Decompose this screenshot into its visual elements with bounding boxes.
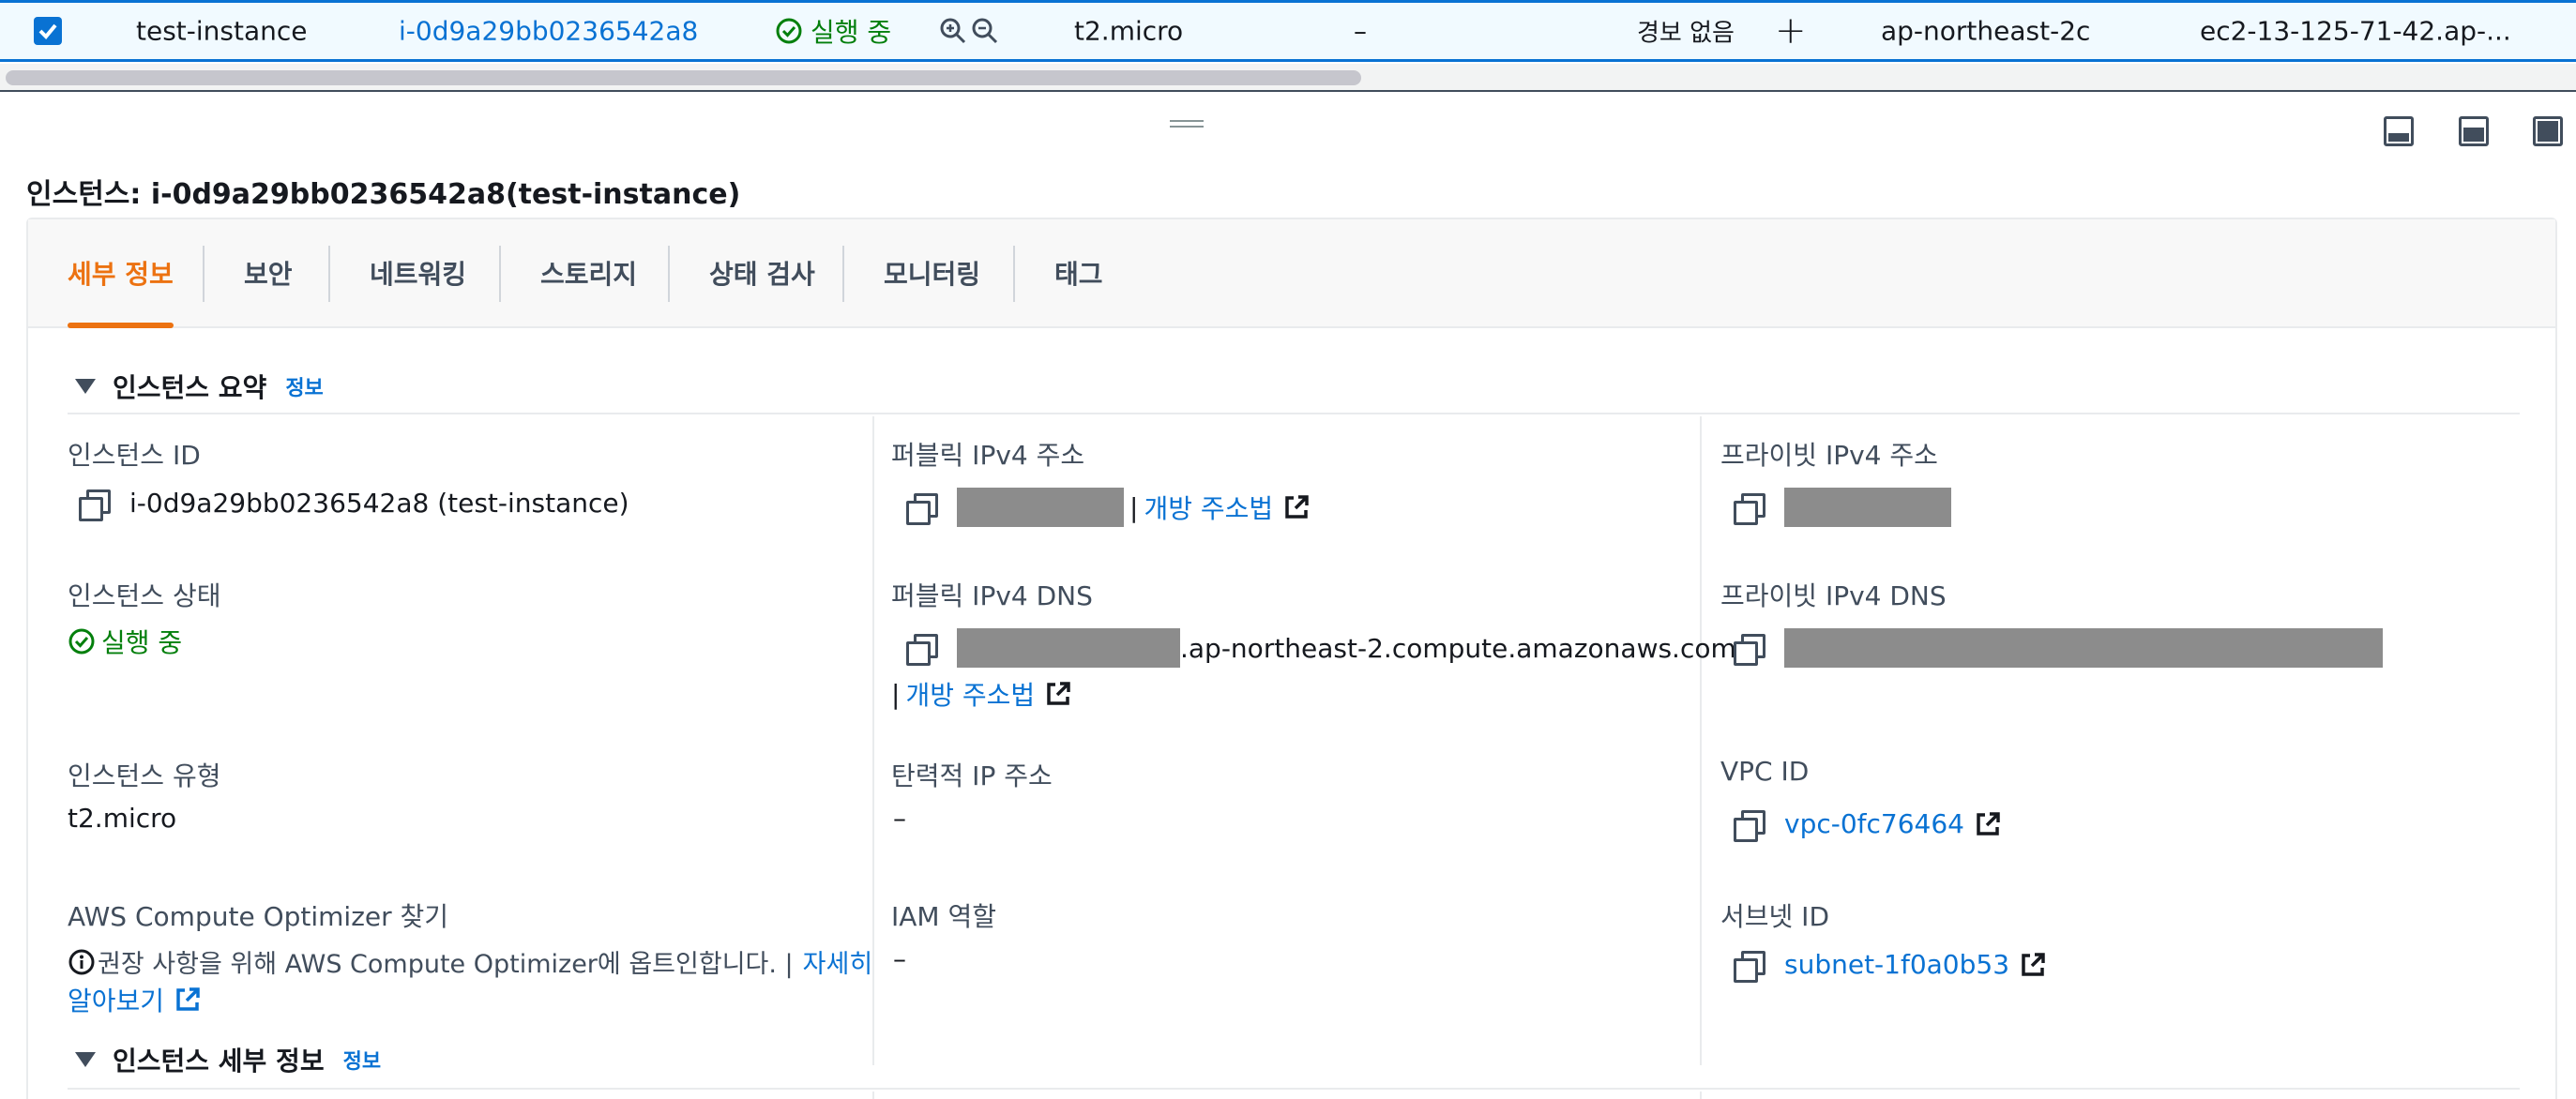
subnet-id-link[interactable]: subnet-1f0a0b53 [1784, 949, 2009, 980]
instance-state-value-row: 실행 중 [68, 623, 182, 660]
row-instance-type: t2.micro [1074, 15, 1184, 47]
elastic-ip-value: – [893, 803, 906, 834]
compute-optimizer-text-row: 권장 사항을 위해 AWS Compute Optimizer에 옵트인합니다.… [68, 943, 872, 980]
subnet-id-label: 서브넷 ID [1720, 901, 1829, 932]
summary-info-link[interactable]: 정보 [285, 371, 323, 401]
row-availability-zone: ap-northeast-2c [1881, 15, 2091, 47]
panel-position-full-icon[interactable] [2533, 116, 2563, 146]
public-ipv4-label: 퍼블릭 IPv4 주소 [891, 440, 1085, 471]
instance-summary-header[interactable]: 인스턴스 요약 정보 [75, 368, 324, 405]
tab-networking[interactable]: 네트워킹 [370, 219, 466, 326]
zoom-in-icon[interactable] [938, 16, 968, 46]
public-ipv4-open-link[interactable]: 개방 주소법 [1144, 489, 1273, 526]
info-circle-icon [68, 948, 96, 976]
redacted-private-dns [1784, 628, 2383, 668]
row-alarm-status: 경보 없음 [1637, 19, 1735, 48]
private-dns-label: 프라이빗 IPv4 DNS [1720, 580, 1947, 611]
page-title: 인스턴스: i-0d9a29bb0236542a8(test-instance) [26, 178, 741, 211]
compute-optimizer-text: 권장 사항을 위해 AWS Compute Optimizer에 옵트인합니다.… [98, 950, 794, 979]
details-info-link[interactable]: 정보 [343, 1045, 381, 1075]
copy-icon[interactable] [1734, 493, 1765, 525]
external-link-icon[interactable] [1282, 493, 1311, 521]
copy-icon[interactable] [1734, 809, 1765, 842]
row-status-label: 실행 중 [811, 17, 892, 48]
zoom-out-icon[interactable] [970, 16, 1000, 46]
tab-monitoring[interactable]: 모니터링 [884, 219, 980, 326]
subnet-id-value-row: subnet-1f0a0b53 [1734, 949, 2047, 983]
add-alarm-button[interactable]: + [1775, 9, 1807, 53]
instance-id-value-row: i-0d9a29bb0236542a8 (test-instance) [79, 488, 629, 521]
instance-type-label: 인스턴스 유형 [68, 760, 221, 791]
compute-optimizer-label: AWS Compute Optimizer 찾기 [68, 901, 449, 932]
public-dns-link-row: | 개방 주소법 [891, 675, 1072, 713]
learn-more-link-part1[interactable]: 자세히 [803, 943, 873, 980]
private-ipv4-value-row [1734, 488, 1951, 527]
tab-details[interactable]: 세부 정보 [68, 219, 174, 328]
external-link-icon[interactable] [2019, 951, 2047, 979]
instance-type-value: t2.micro [68, 803, 177, 834]
external-link-icon[interactable] [174, 986, 202, 1014]
status-check-icon [68, 627, 96, 655]
external-link-icon[interactable] [1974, 810, 2002, 838]
public-dns-label: 퍼블릭 IPv4 DNS [891, 580, 1093, 611]
vpc-id-label: VPC ID [1720, 756, 1810, 787]
elastic-ip-label: 탄력적 IP 주소 [891, 760, 1053, 791]
redacted-private-ip [1784, 488, 1951, 527]
public-dns-value-row: .ap-northeast-2.compute.amazonaws.com [906, 628, 1736, 668]
copy-icon[interactable] [906, 493, 938, 525]
public-dns-open-link[interactable]: 개방 주소법 [905, 675, 1035, 713]
scrollbar-thumb[interactable] [6, 70, 1361, 85]
copy-icon[interactable] [1734, 950, 1765, 983]
row-instance-id-link[interactable]: i-0d9a29bb0236542a8 [399, 16, 698, 47]
tab-security[interactable]: 보안 [244, 219, 293, 326]
iam-role-label: IAM 역할 [891, 901, 996, 932]
iam-role-value: – [893, 943, 906, 974]
row-zoom-controls [938, 16, 1000, 46]
row-status: 실행 중 [775, 12, 891, 50]
public-dns-separator: | [891, 678, 901, 710]
private-ipv4-label: 프라이빗 IPv4 주소 [1720, 440, 1938, 471]
tab-bar: 세부 정보 보안 네트워킹 스토리지 상태 검사 모니터링 태그 [28, 219, 2555, 328]
external-link-icon[interactable] [1044, 680, 1072, 708]
instance-summary-heading: 인스턴스 요약 [113, 372, 267, 403]
public-ipv4-separator: | [1129, 491, 1139, 523]
instance-state-label: 인스턴스 상태 [68, 580, 221, 611]
private-dns-value-row [1734, 628, 2383, 668]
redacted-public-dns [957, 628, 1180, 668]
instance-id-label: 인스턴스 ID [68, 440, 201, 471]
tab-storage[interactable]: 스토리지 [540, 219, 637, 326]
caret-down-icon [75, 1052, 96, 1067]
copy-icon[interactable] [906, 634, 938, 666]
panel-position-half-icon[interactable] [2459, 116, 2489, 146]
tab-status-checks[interactable]: 상태 검사 [709, 219, 815, 326]
redacted-public-ip [957, 488, 1124, 527]
vpc-id-link[interactable]: vpc-0fc76464 [1784, 808, 1964, 839]
copy-icon[interactable] [79, 489, 111, 521]
caret-down-icon [75, 379, 96, 394]
public-ipv4-value-row: | 개방 주소법 [906, 488, 1311, 527]
status-check-icon [775, 17, 803, 45]
instance-table-row[interactable]: test-instance i-0d9a29bb0236542a8 실행 중 t… [0, 0, 2576, 62]
row-instance-name: test-instance [136, 15, 308, 47]
checkbox-checked-icon [38, 23, 57, 39]
learn-more-link-part2[interactable]: 알아보기 [68, 981, 164, 1018]
instance-details-header[interactable]: 인스턴스 세부 정보 정보 [75, 1041, 381, 1078]
split-panel-drag-handle[interactable] [1170, 120, 1204, 131]
row-checkbox[interactable] [34, 17, 62, 45]
compute-optimizer-link-row: 알아보기 [68, 981, 202, 1018]
row-public-dns: ec2-13-125-71-42.ap-... [2200, 15, 2511, 47]
horizontal-scrollbar[interactable] [0, 64, 2576, 92]
public-dns-suffix: .ap-northeast-2.compute.amazonaws.com [1180, 632, 1736, 664]
details-panel: 세부 정보 보안 네트워킹 스토리지 상태 검사 모니터링 태그 인스턴스 요약… [26, 218, 2557, 1099]
instance-id-value: i-0d9a29bb0236542a8 (test-instance) [129, 488, 629, 519]
tab-tags[interactable]: 태그 [1054, 219, 1103, 326]
row-status-check: – [1354, 15, 1367, 47]
instance-state-value: 실행 중 [101, 627, 183, 658]
panel-position-bottom-icon[interactable] [2384, 116, 2414, 146]
instance-details-heading: 인스턴스 세부 정보 [113, 1046, 325, 1076]
copy-icon[interactable] [1734, 634, 1765, 666]
vpc-id-value-row: vpc-0fc76464 [1734, 808, 2002, 842]
